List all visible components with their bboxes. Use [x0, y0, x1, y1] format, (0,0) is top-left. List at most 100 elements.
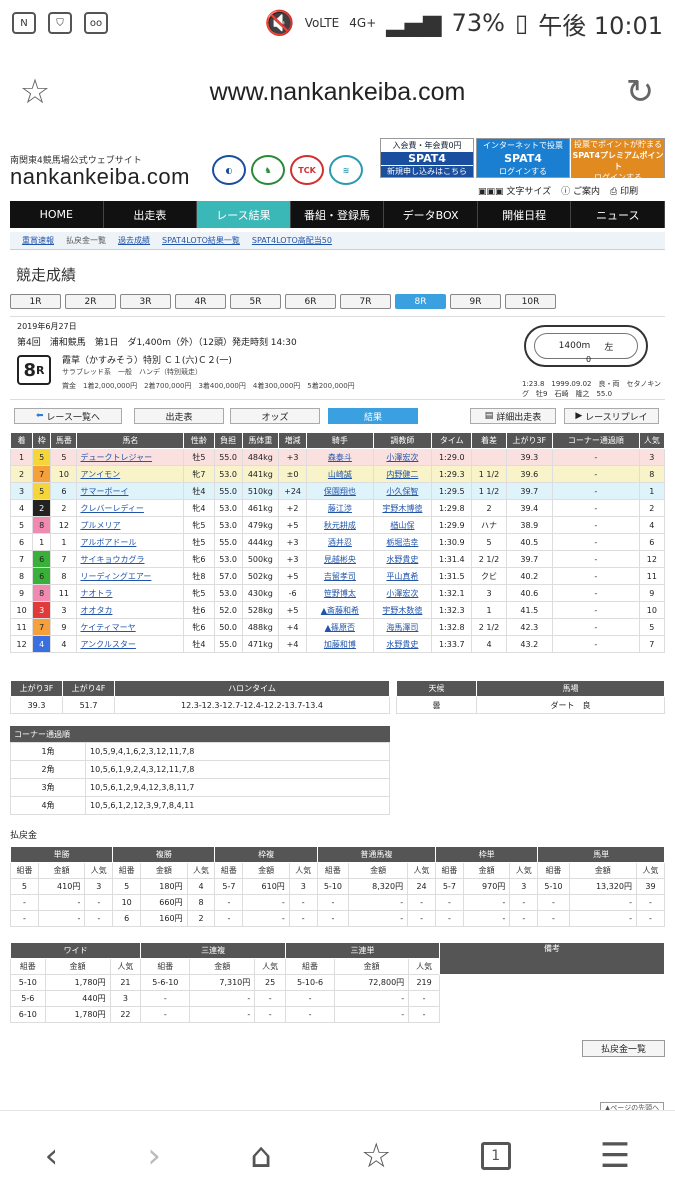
- cell-horse-name[interactable]: サマーボーイ: [76, 482, 185, 500]
- nav-databox[interactable]: データBOX: [384, 201, 478, 228]
- cell-horse-name[interactable]: アンクルスター: [76, 635, 185, 653]
- race-tab-active[interactable]: 8R: [395, 294, 446, 309]
- cell-trainer[interactable]: 小澤宏次: [372, 584, 433, 602]
- kawasaki-logo-icon[interactable]: ≋: [329, 155, 363, 185]
- cell-trainer[interactable]: 宇野木数徳: [372, 601, 433, 619]
- race-tab[interactable]: 9R: [450, 294, 501, 309]
- race-tab[interactable]: 10R: [505, 294, 556, 309]
- race-tab[interactable]: 3R: [120, 294, 171, 309]
- nav-schedule[interactable]: 開催日程: [478, 201, 572, 228]
- cell-jockey[interactable]: 秋元耕成: [306, 516, 374, 534]
- subnav-loto-high[interactable]: SPAT4LOTO高配当50: [252, 235, 332, 246]
- tabs-icon[interactable]: 1: [480, 1141, 511, 1170]
- payout2-group-row: ワイド 三連複 三連単 備考: [9, 942, 665, 975]
- cell-trainer[interactable]: 小澤宏次: [372, 448, 433, 466]
- cell-time: 1:30.9: [431, 533, 473, 551]
- cell-jockey[interactable]: 保園翔也: [306, 482, 374, 500]
- subnav-past-results[interactable]: 過去成績: [118, 235, 150, 246]
- race-tab[interactable]: 2R: [65, 294, 116, 309]
- nav-program[interactable]: 番組・登録馬: [291, 201, 385, 228]
- reload-icon[interactable]: ↻: [605, 72, 675, 112]
- cell-horse-name[interactable]: アルボアドール: [76, 533, 185, 551]
- nav-results[interactable]: レース結果: [197, 201, 291, 228]
- subnav-payout-list[interactable]: 払戻金一覧: [66, 235, 106, 246]
- cell-horse-name[interactable]: ナオトラ: [76, 584, 185, 602]
- race-tab[interactable]: 1R: [10, 294, 61, 309]
- cell-trainer[interactable]: 平山真希: [372, 567, 433, 585]
- nav-news[interactable]: ニュース: [571, 201, 666, 228]
- home-icon[interactable]: ⌂: [250, 1136, 272, 1176]
- url-field[interactable]: www.nankankeiba.com: [70, 78, 605, 107]
- cell-jockey[interactable]: ▲篠原否: [306, 618, 374, 636]
- results-button[interactable]: 結果: [328, 408, 418, 424]
- race-replay-button[interactable]: ▶ レースリプレイ: [564, 408, 659, 424]
- cell-jockey[interactable]: 見越彬央: [306, 550, 374, 568]
- cell-jockey[interactable]: 笹野博太: [306, 584, 374, 602]
- cell-jockey[interactable]: 加藤和博: [306, 635, 374, 653]
- bookmarks-icon[interactable]: ☆: [361, 1136, 391, 1176]
- funabashi-logo-icon[interactable]: ♞: [251, 155, 285, 185]
- cell-horse-name[interactable]: クレバーレディー: [76, 499, 185, 517]
- back-label: レース一覧へ: [46, 412, 100, 423]
- page-top-link[interactable]: ▲ページの先頭へ: [600, 1102, 664, 1110]
- guide-link[interactable]: ⓘ ご案内: [561, 184, 600, 197]
- cell-horse-name[interactable]: アンイモン: [76, 465, 185, 483]
- cell-horse-name[interactable]: オオタカ: [76, 601, 185, 619]
- urawa-logo-icon[interactable]: ◐: [212, 155, 246, 185]
- menu-icon[interactable]: ☰: [600, 1136, 630, 1176]
- cell-jockey[interactable]: 酒井忍: [306, 533, 374, 551]
- spat4-premium-banner[interactable]: 投票でポイントが貯まる SPAT4プレミアムポイント ログインする: [571, 138, 665, 182]
- race-tab[interactable]: 7R: [340, 294, 391, 309]
- cell-corner: -: [552, 635, 640, 653]
- cell-horse-name[interactable]: デュークトレジャー: [76, 448, 185, 466]
- back-icon[interactable]: ‹: [45, 1136, 59, 1176]
- site-logo[interactable]: nankankeiba.com: [10, 164, 190, 190]
- payout-list-button[interactable]: 払戻金一覧: [582, 1040, 665, 1057]
- cell-trainer[interactable]: 小久保智: [372, 482, 433, 500]
- cell-trainer[interactable]: 海馬澤司: [372, 618, 433, 636]
- cell-horse-name[interactable]: リーディングエアー: [76, 567, 185, 585]
- cell-jockey[interactable]: 藤江渉: [306, 499, 374, 517]
- bookmark-star-icon[interactable]: ☆: [0, 72, 70, 112]
- cell-body-weight: 461kg: [241, 499, 279, 517]
- payout-popularity: 219: [408, 974, 440, 991]
- mute-icon: 🔇: [264, 9, 295, 37]
- cell-trainer[interactable]: 内野健二: [372, 465, 433, 483]
- back-to-list-button[interactable]: ⬅ レース一覧へ: [14, 408, 122, 424]
- spat4-signup-banner[interactable]: 入会費・年会費0円 SPAT4 新規申し込みはこちら: [380, 138, 474, 178]
- forward-icon[interactable]: ›: [147, 1136, 161, 1176]
- cell-jockey[interactable]: 吉留孝司: [306, 567, 374, 585]
- detailed-entries-button[interactable]: ▤ 詳細出走表: [470, 408, 556, 424]
- col-number: 馬番: [50, 432, 78, 449]
- cell-trainer[interactable]: 水野貴史: [372, 550, 433, 568]
- race-number: 8R: [17, 355, 51, 385]
- font-size-control[interactable]: ▣▣▣ 文字サイズ: [478, 184, 551, 197]
- subnav-loto-results[interactable]: SPAT4LOTO結果一覧: [162, 235, 240, 246]
- cell-horse-name[interactable]: プルメリア: [76, 516, 185, 534]
- nav-home[interactable]: HOME: [10, 201, 104, 228]
- banner-top: 入会費・年会費0円: [392, 140, 462, 150]
- cell-trainer[interactable]: 楢山保: [372, 516, 433, 534]
- tck-logo-icon[interactable]: TCK: [290, 155, 324, 185]
- payout-table-1: 単勝 複勝 枠複 普通馬複 枠単 馬単 組番 金額 人気 組番 金額 人気 組番 金額 人気 組番…: [9, 846, 666, 927]
- cell-jockey[interactable]: 山崎誠: [306, 465, 374, 483]
- col-weight: 負担: [213, 432, 243, 449]
- cell-jockey[interactable]: ▲斎藤和希: [306, 601, 374, 619]
- cell-jockey[interactable]: 森泰斗: [306, 448, 374, 466]
- race-tab[interactable]: 5R: [230, 294, 281, 309]
- cell-trainer[interactable]: 宇野木博徳: [372, 499, 433, 517]
- cell-horse-name[interactable]: サイキョウカグラ: [76, 550, 185, 568]
- entries-button[interactable]: 出走表: [134, 408, 224, 424]
- race-tab[interactable]: 4R: [175, 294, 226, 309]
- cell-trainer[interactable]: 栃堀浩幸: [372, 533, 433, 551]
- subnav-graded-link[interactable]: 重賞速報: [22, 235, 54, 246]
- print-link[interactable]: ⎙ 印刷: [610, 184, 638, 197]
- race-tab[interactable]: 6R: [285, 294, 336, 309]
- cell-time: 1:29.8: [431, 499, 473, 517]
- cell-horse-name[interactable]: ケイティマーヤ: [76, 618, 185, 636]
- cell-trainer[interactable]: 水野貴史: [372, 635, 433, 653]
- nav-entries[interactable]: 出走表: [104, 201, 198, 228]
- odds-button[interactable]: オッズ: [230, 408, 320, 424]
- spat4-login-banner[interactable]: インターネットで投票 SPAT4 ログインする: [476, 138, 570, 178]
- payout-amount: -: [348, 910, 409, 927]
